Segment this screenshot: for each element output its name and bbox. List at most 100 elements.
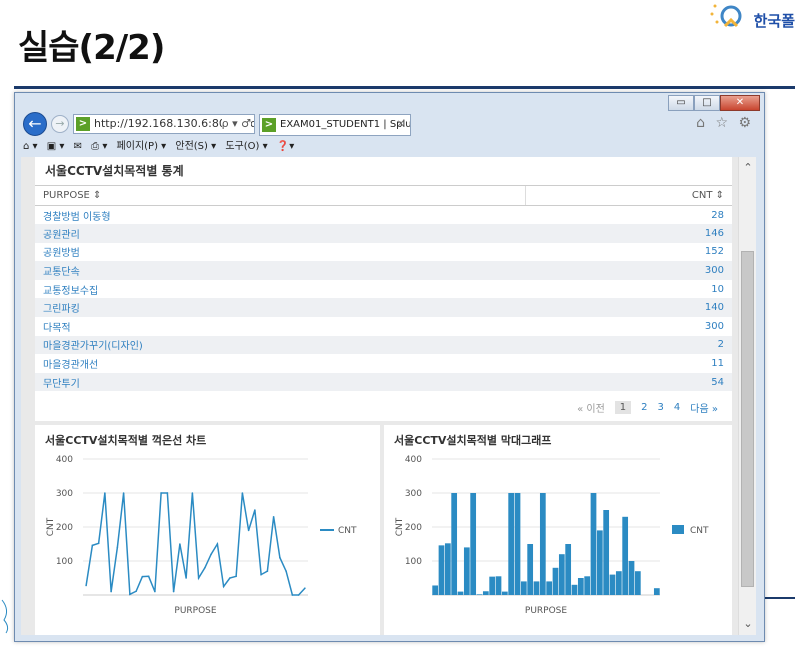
slide-title: 실습(2/2) xyxy=(18,28,165,68)
purpose-cell[interactable]: 마을경관개선 xyxy=(35,354,526,373)
cnt-cell[interactable]: 140 xyxy=(525,298,732,318)
bar xyxy=(463,547,470,595)
pager-page-4[interactable]: 4 xyxy=(674,402,680,413)
bar xyxy=(470,493,477,595)
bar xyxy=(590,493,597,595)
data-point xyxy=(247,529,250,532)
table-row[interactable]: 그린파킹 140 xyxy=(35,298,732,318)
pager-page-2[interactable]: 2 xyxy=(641,402,647,413)
right-decoration xyxy=(765,597,795,599)
data-point xyxy=(229,577,231,579)
slide: 실습(2/2) 한국폴 ▭ □ ✕ ← → > http://192.168.1… xyxy=(0,0,795,652)
table-row[interactable]: 다목적 300 xyxy=(35,317,732,336)
data-point xyxy=(272,516,275,518)
table-row[interactable]: 교통정보수집 10 xyxy=(35,280,732,299)
pager-page-1[interactable]: 1 xyxy=(614,401,632,414)
scroll-up-icon[interactable]: ⌃ xyxy=(739,159,756,177)
logo-text: 한국폴 xyxy=(753,12,795,30)
table-row[interactable]: 마을경관개선 11 xyxy=(35,354,732,373)
data-point xyxy=(116,546,119,549)
data-point xyxy=(197,577,200,579)
cnt-cell[interactable]: 54 xyxy=(525,372,732,392)
address-tools[interactable]: ρ ▾ ♂ xyxy=(221,115,251,133)
home-icon[interactable]: ⌂ ▾ xyxy=(23,141,38,152)
data-point xyxy=(297,594,300,596)
x-axis-label: PURPOSE xyxy=(174,606,216,616)
data-point xyxy=(91,544,94,547)
purpose-cell[interactable]: 공원관리 xyxy=(35,224,526,243)
purpose-cell[interactable]: 그린파킹 xyxy=(35,298,526,318)
purpose-cell[interactable]: 다목적 xyxy=(35,317,526,336)
bar xyxy=(533,581,540,595)
bar xyxy=(476,594,483,595)
column-header-cnt[interactable]: CNT ⇕ xyxy=(525,185,732,206)
back-button[interactable]: ← xyxy=(23,112,47,136)
maximize-button[interactable]: □ xyxy=(694,95,720,111)
table-row[interactable]: 공원관리 146 xyxy=(35,224,732,243)
pager-next[interactable]: 다음 » xyxy=(690,400,718,415)
purpose-cell[interactable]: 경찰방범 이동형 xyxy=(35,206,526,225)
line-chart-panel: 서울CCTV설치목적별 꺽은선 차트 100 200 300 400 CNT PURPOS… xyxy=(35,425,380,635)
cnt-cell[interactable]: 10 xyxy=(526,280,732,299)
mail-icon[interactable]: ✉ xyxy=(74,141,82,152)
cnt-cell[interactable]: 146 xyxy=(525,224,732,243)
x-axis-label: PURPOSE xyxy=(525,606,567,616)
menu-safety[interactable]: 안전(S) ▾ xyxy=(175,141,216,152)
bar xyxy=(520,581,527,595)
table-row[interactable]: 경찰방범 이동형 28 xyxy=(35,206,732,225)
y-tick-label: 400 xyxy=(56,455,73,465)
purpose-cell[interactable]: 교통정보수집 xyxy=(35,280,526,299)
data-point xyxy=(254,509,256,511)
close-button[interactable]: ✕ xyxy=(720,95,760,111)
browser-tab[interactable]: > EXAM01_STUDENT1 | Splu... ✕ xyxy=(259,114,411,136)
browser-toolbar-icons[interactable]: ⌂ ☆ ⚙ xyxy=(696,115,754,131)
menu-tools[interactable]: 도구(O) ▾ xyxy=(225,141,267,152)
cnt-cell[interactable]: 11 xyxy=(526,354,732,373)
minimize-button[interactable]: ▭ xyxy=(668,95,694,111)
data-point xyxy=(160,492,162,494)
cnt-cell[interactable]: 300 xyxy=(526,317,732,336)
purpose-cell[interactable]: 교통단속 xyxy=(35,261,526,280)
legend-label: CNT xyxy=(690,526,709,536)
tab-close-icon[interactable]: ✕ xyxy=(397,115,405,135)
print-icon[interactable]: ⎙ ▾ xyxy=(91,141,107,152)
bar-chart-panel: 서울CCTV설치목적별 막대그래프 100 200 300 400 CNT PURPOSE… xyxy=(384,425,732,635)
data-point xyxy=(279,556,281,559)
bar xyxy=(565,544,572,595)
column-header-purpose[interactable]: PURPOSE ⇕ xyxy=(35,185,526,206)
table-title: 서울CCTV설치목적별 통계 xyxy=(45,164,184,178)
left-decoration xyxy=(0,595,14,638)
bar xyxy=(501,591,508,595)
table-row[interactable]: 마을경관가꾸기(디자인) 2 xyxy=(35,335,732,355)
pager-page-3[interactable]: 3 xyxy=(658,402,664,413)
forward-button[interactable]: → xyxy=(51,115,69,133)
table-row[interactable]: 공원방범 152 xyxy=(35,243,732,262)
feeds-icon[interactable]: ▣ ▾ xyxy=(47,141,65,152)
bar xyxy=(438,545,445,595)
bar xyxy=(609,574,616,595)
page-content: 서울CCTV설치목적별 통계 PURPOSE ⇕ CNT ⇕ 경찰방범 이동형 2… xyxy=(21,157,756,635)
bar xyxy=(577,578,584,595)
bar xyxy=(552,567,559,595)
y-tick-label: 200 xyxy=(405,523,422,533)
table-row[interactable]: 교통단속 300 xyxy=(35,261,732,280)
bar xyxy=(451,493,458,595)
purpose-cell[interactable]: 마을경관가꾸기(디자인) xyxy=(35,335,526,355)
help-icon[interactable]: ❓▾ xyxy=(277,141,294,152)
scroll-down-icon[interactable]: ⌄ xyxy=(739,615,756,633)
address-bar[interactable]: > http://192.168.130.6:8000/kc ρ ▾ ♂ xyxy=(73,114,255,134)
vertical-scrollbar[interactable]: ⌃ ⌄ xyxy=(738,157,756,635)
cnt-cell[interactable]: 2 xyxy=(525,335,732,355)
scroll-thumb[interactable] xyxy=(741,251,754,587)
cnt-cell[interactable]: 152 xyxy=(526,243,732,262)
purpose-cell[interactable]: 무단투기 xyxy=(35,372,526,392)
table-row[interactable]: 무단투기 54 xyxy=(35,372,732,392)
cnt-cell[interactable]: 300 xyxy=(525,261,732,280)
stats-table: PURPOSE ⇕ CNT ⇕ 경찰방범 이동형 28 공원관리 146 공원방범 152… xyxy=(35,185,732,392)
cnt-cell[interactable]: 28 xyxy=(526,206,732,225)
bar xyxy=(622,516,629,595)
data-point xyxy=(291,594,294,596)
tab-title: EXAM01_STUDENT1 | Splu... xyxy=(280,119,411,130)
purpose-cell[interactable]: 공원방범 xyxy=(35,243,526,262)
menu-page[interactable]: 페이지(P) ▾ xyxy=(117,141,167,152)
